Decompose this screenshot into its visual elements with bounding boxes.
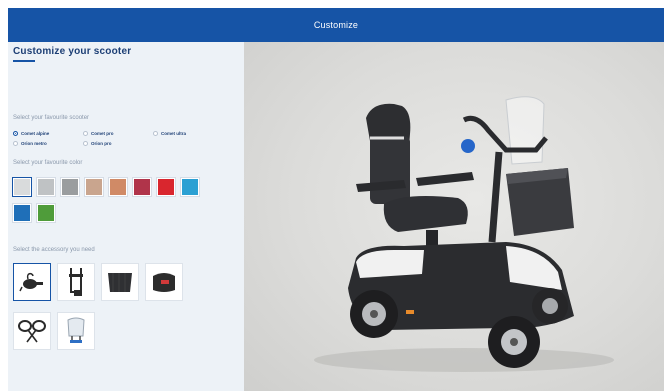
bag-icon	[153, 273, 175, 292]
radio-dot	[83, 131, 88, 136]
accessory-rear-basket[interactable]	[101, 263, 139, 301]
color-swatch-champagne[interactable]	[85, 178, 103, 196]
radio-dot	[83, 141, 88, 146]
color-swatch-copper[interactable]	[109, 178, 127, 196]
accessory-horn[interactable]	[13, 263, 51, 301]
color-swatch-burgundy[interactable]	[133, 178, 151, 196]
color-swatches-row-1	[13, 178, 199, 196]
accessory-windshield[interactable]	[57, 312, 95, 350]
color-swatch-sky-blue[interactable]	[181, 178, 199, 196]
horn-icon	[19, 272, 43, 292]
color-swatch-dark-grey[interactable]	[61, 178, 79, 196]
radio-dot	[13, 131, 18, 136]
rear-basket-icon	[108, 273, 132, 292]
color-section-label: Select your favourite color	[13, 160, 83, 166]
color-swatch-green[interactable]	[37, 204, 55, 222]
accessories-row-2	[13, 312, 95, 350]
color-swatch-red[interactable]	[157, 178, 175, 196]
radio-dot	[153, 131, 158, 136]
scooter-options-row-1: Comet alpine Comet pro Comet ultra	[13, 131, 223, 136]
color-swatch-blue[interactable]	[13, 204, 31, 222]
radio-dot	[13, 141, 18, 146]
accessory-bag[interactable]	[145, 263, 183, 301]
page-header: Customize	[8, 8, 664, 42]
color-swatches-row-2	[13, 204, 55, 222]
scooter-section-label: Select your favourite scooter	[13, 115, 90, 121]
scooter-option-comet-ultra[interactable]: Comet ultra	[153, 131, 223, 136]
windshield-icon	[67, 317, 85, 343]
scooter-option-comet-pro[interactable]: Comet pro	[83, 131, 153, 136]
header-title: Customize	[313, 20, 359, 30]
scooter-option-orion-metro[interactable]: Orion metro	[13, 141, 83, 146]
color-swatch-light-grey[interactable]	[13, 178, 31, 196]
accessory-mirrors[interactable]	[13, 312, 51, 350]
scooter-options-row-2: Orion metro Orion pro	[13, 141, 153, 146]
accessory-crutch-holder[interactable]	[57, 263, 95, 301]
mirrors-icon	[18, 320, 46, 343]
crutch-holder-icon	[69, 268, 83, 296]
sidebar-title: Customize your scooter	[13, 46, 132, 57]
scooter-option-orion-pro[interactable]: Orion pro	[83, 141, 153, 146]
color-swatch-silver[interactable]	[37, 178, 55, 196]
title-underline	[13, 60, 35, 62]
scooter-option-comet-alpine[interactable]: Comet alpine	[13, 131, 83, 136]
accessory-section-label: Select the accessory you need	[13, 247, 95, 253]
scooter-preview	[244, 42, 664, 391]
scooter-image	[314, 96, 614, 372]
accessories-row-1	[13, 263, 183, 301]
